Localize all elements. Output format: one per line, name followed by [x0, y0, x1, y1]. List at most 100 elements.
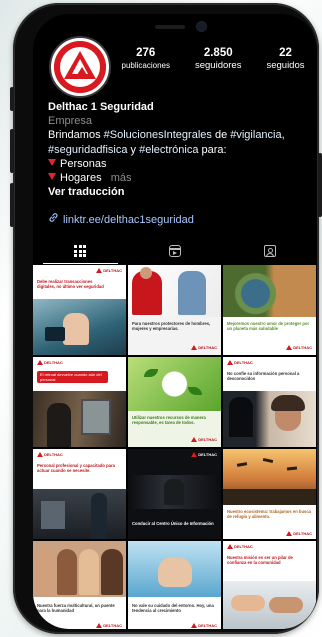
post-caption: Mejoremos nuestro amor de proteger por u…	[227, 321, 310, 331]
post-caption: Nuestro ecosistema: trabajamos en busca …	[227, 509, 312, 519]
post-thumbnail[interactable]: DELTHAC Conducir al Centro Único de Info…	[128, 449, 221, 539]
hashtag-link[interactable]: #electrónica	[139, 144, 198, 156]
followers-count: 2.850	[203, 47, 233, 59]
post-photo	[178, 271, 206, 315]
post-photo	[57, 549, 77, 595]
post-caption: No confíe su información personal a desc…	[227, 371, 300, 381]
bio-text-part: ,	[281, 129, 285, 142]
phone-screen: 276 publicaciones 2.850 seguidores 22 se…	[33, 14, 317, 629]
tab-reels[interactable]	[128, 238, 223, 264]
hashtag-link[interactable]: #vigilancia	[230, 129, 281, 141]
post-photo	[63, 313, 89, 345]
post-caption: No vale su cuidado del entorno. Hoy, una…	[132, 603, 214, 613]
post-caption: Personal profesional y capacitado para a…	[37, 463, 115, 473]
post-photo	[164, 479, 184, 505]
post-photo	[223, 265, 316, 317]
post-thumbnail[interactable]: Para nuestros protectores de hombres, mu…	[128, 265, 221, 355]
link-icon	[48, 212, 59, 227]
red-triangle-icon	[48, 158, 56, 166]
post-caption: Conducir al Centro Único de Información	[132, 521, 214, 526]
hashtag-link[interactable]: #seguridadfisica	[48, 144, 128, 156]
brand-logo: DELTHAC	[37, 360, 63, 365]
post-caption: Nuestra fuerza multicultural, un puente …	[37, 603, 115, 613]
profile-category: Empresa	[48, 115, 93, 128]
grid-icon	[74, 245, 87, 257]
post-photo	[140, 267, 152, 279]
post-photo	[47, 403, 71, 447]
reels-icon	[169, 245, 181, 257]
brand-logo: DELTHAC	[191, 452, 217, 457]
post-thumbnail[interactable]: Nuestro ecosistema: trabajamos en busca …	[223, 449, 316, 539]
red-triangle-icon	[48, 173, 56, 181]
tab-posts-grid[interactable]	[33, 238, 128, 264]
see-translation-button[interactable]: Ver traducción	[48, 185, 310, 199]
bio-bullet: Personas	[48, 157, 310, 171]
side-button	[10, 87, 14, 111]
stat-following[interactable]: 22 seguidos	[266, 47, 304, 72]
followers-label: seguidores	[194, 60, 242, 71]
post-caption: Debe realizar transacciones digitales, n…	[37, 279, 104, 289]
posts-grid: DELTHAC Debe realizar transacciones digi…	[33, 265, 317, 629]
post-photo	[41, 501, 65, 529]
post-thumbnail[interactable]: DELTHAC No confíe su información persona…	[223, 357, 316, 447]
post-caption: Utilizar nuestros recursos de manera res…	[132, 415, 206, 425]
posts-count: 276	[136, 47, 156, 59]
brand-logo: DELTHAC	[286, 531, 312, 536]
brand-logo: DELTHAC	[191, 345, 217, 350]
post-photo	[101, 549, 123, 595]
bio-text-part: para:	[198, 143, 227, 156]
brand-logo: DELTHAC	[96, 623, 122, 628]
profile-stats: 276 publicaciones 2.850 seguidores 22 se…	[109, 47, 317, 72]
post-photo	[81, 399, 111, 435]
brand-logo: DELTHAC	[227, 544, 253, 549]
post-thumbnail[interactable]: DELTHAC Personal profesional y capacitad…	[33, 449, 126, 539]
brand-logo: DELTHAC	[37, 452, 63, 457]
profile-link[interactable]: linktr.ee/delthac1seguridad	[48, 212, 310, 227]
hashtag-link[interactable]: #SolucionesIntegrales	[104, 129, 212, 141]
post-photo	[128, 357, 221, 411]
post-thumbnail[interactable]: DELTHAC Nuestra misión es ser un pilar d…	[223, 541, 316, 629]
post-thumbnail[interactable]: DELTHAC Debe realizar transacciones digi…	[33, 265, 126, 355]
delthac-logo-icon	[54, 41, 106, 93]
link-text: linktr.ee/delthac1seguridad	[63, 213, 194, 226]
bullet-text: Personas	[60, 157, 107, 170]
post-photo	[79, 549, 99, 595]
post-photo	[229, 397, 253, 437]
bio-bullet: Hogares más	[48, 171, 310, 185]
profile-bio: Delthac 1 Seguridad Empresa Brindamos #S…	[48, 100, 310, 228]
post-photo	[231, 595, 265, 611]
brand-logo: DELTHAC	[191, 437, 217, 442]
speaker	[155, 25, 185, 29]
profile-name: Delthac 1 Seguridad	[48, 101, 154, 113]
post-thumbnail[interactable]: DELTHAC El retroal devuelve cuando aún d…	[33, 357, 126, 447]
bio-text-part: y	[127, 143, 140, 156]
bio-text-part: Brindamos	[48, 129, 104, 142]
profile-tabs	[33, 238, 317, 264]
tab-tagged[interactable]	[222, 238, 317, 264]
post-thumbnail[interactable]: Mejoremos nuestro amor de proteger por u…	[223, 265, 316, 355]
bullet-text: Hogares	[60, 172, 102, 185]
stat-posts[interactable]: 276 publicaciones	[122, 47, 170, 72]
post-caption: Nuestra misión es ser un pilar de confia…	[227, 555, 293, 565]
brand-logo: DELTHAC	[227, 360, 253, 365]
post-thumbnail[interactable]: Utilizar nuestros recursos de manera res…	[128, 357, 221, 447]
more-button[interactable]: más	[111, 172, 132, 184]
tagged-icon	[263, 245, 276, 257]
post-photo	[269, 597, 303, 613]
volume-down-button	[10, 183, 14, 227]
post-photo	[91, 493, 107, 539]
post-photo	[158, 557, 192, 587]
bio-text: Brindamos #SolucionesIntegrales de #vigi…	[48, 128, 310, 156]
post-photo	[35, 549, 55, 595]
notch	[121, 14, 233, 42]
post-photo	[271, 395, 305, 411]
post-thumbnail[interactable]: Nuestra fuerza multicultural, un puente …	[33, 541, 126, 629]
following-label: seguidos	[266, 60, 305, 71]
profile-avatar[interactable]	[49, 36, 111, 98]
stat-followers[interactable]: 2.850 seguidores	[195, 47, 241, 72]
post-photo	[223, 489, 316, 505]
following-count: 22	[279, 47, 292, 59]
power-button	[318, 153, 322, 217]
post-caption: Para nuestros protectores de hombres, mu…	[132, 321, 211, 331]
post-thumbnail[interactable]: No vale su cuidado del entorno. Hoy, una…	[128, 541, 221, 629]
